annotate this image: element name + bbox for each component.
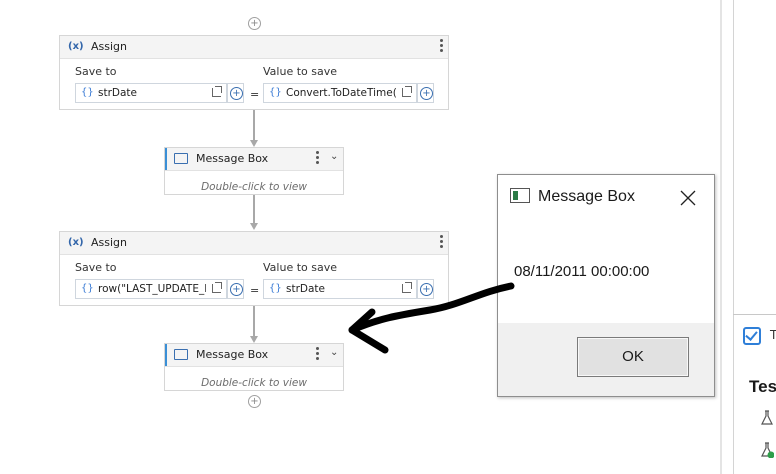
value-to-save-label: Value to save [263, 65, 337, 78]
save-to-value: row("LAST_UPDATE_D/ [98, 283, 206, 295]
message-box-2-header[interactable]: Message Box ⌄ [165, 344, 343, 367]
message-icon [174, 349, 188, 360]
dialog-message: 08/11/2011 00:00:00 [514, 263, 650, 280]
value-plus-button[interactable]: + [417, 279, 434, 299]
connector-arrow [250, 223, 258, 230]
flask-check-icon [761, 442, 774, 458]
save-to-field[interactable]: {} row("LAST_UPDATE_D/ [75, 279, 227, 299]
checkbox-icon[interactable] [743, 327, 761, 345]
value-to-save-value: strDate [286, 283, 326, 295]
panel-tab-label[interactable]: T [770, 328, 776, 342]
value-plus-button[interactable]: + [417, 83, 434, 103]
message-box-1-title: Message Box [196, 152, 269, 165]
message-box-activity-2[interactable]: Message Box ⌄ Double-click to view [164, 343, 344, 391]
connector-arrow [250, 140, 258, 147]
assign-activity-1-header[interactable]: (x) Assign [60, 36, 448, 59]
more-options-icon[interactable] [439, 235, 443, 250]
panel-divider[interactable] [720, 0, 722, 474]
equals-sign: = [250, 284, 260, 297]
message-box-dialog[interactable]: Message Box 08/11/2011 00:00:00 OK [497, 174, 715, 397]
save-to-label: Save to [75, 65, 117, 78]
more-options-icon[interactable] [315, 347, 319, 362]
add-activity-top-icon[interactable]: + [248, 17, 261, 30]
more-options-icon[interactable] [315, 151, 319, 166]
message-icon [174, 153, 188, 164]
connector-line [253, 195, 255, 223]
double-click-hint: Double-click to view [201, 377, 307, 389]
connector-arrow [250, 336, 258, 343]
collapse-chevron-icon[interactable]: ⌄ [330, 151, 338, 162]
save-to-plus-button[interactable]: + [227, 83, 244, 103]
plus-icon: + [420, 87, 433, 100]
value-to-save-label: Value to save [263, 261, 337, 274]
panel-heading: Tes [749, 377, 776, 396]
collapse-chevron-icon[interactable]: ⌄ [330, 347, 338, 358]
save-to-plus-button[interactable]: + [227, 279, 244, 299]
dialog-title: Message Box [538, 188, 635, 205]
assign-activity-2[interactable]: (x) Assign Save to Value to save {} row(… [59, 231, 449, 306]
save-to-field[interactable]: {} strDate [75, 83, 227, 103]
assign-icon: (x) [68, 237, 84, 248]
message-box-1-header[interactable]: Message Box ⌄ [165, 148, 343, 171]
value-to-save-field[interactable]: {} Convert.ToDateTime(ro [263, 83, 417, 103]
right-side-panel [733, 0, 776, 474]
expression-icon: {} [81, 87, 94, 98]
plus-icon: + [420, 283, 433, 296]
assign-activity-1-title: Assign [91, 40, 127, 53]
assign-activity-2-header[interactable]: (x) Assign [60, 232, 448, 255]
window-app-icon [510, 188, 530, 203]
ok-button[interactable]: OK [577, 337, 689, 377]
message-box-2-title: Message Box [196, 348, 269, 361]
assign-activity-2-title: Assign [91, 236, 127, 249]
expand-editor-icon[interactable] [402, 282, 412, 293]
expression-icon: {} [269, 87, 282, 98]
expression-icon: {} [269, 283, 282, 294]
panel-separator [733, 314, 776, 315]
assign-icon: (x) [68, 41, 84, 52]
value-to-save-field[interactable]: {} strDate [263, 279, 417, 299]
add-activity-bottom-icon[interactable]: + [248, 395, 261, 408]
plus-icon: + [230, 87, 243, 100]
more-options-icon[interactable] [439, 39, 443, 54]
save-to-value: strDate [98, 87, 138, 99]
double-click-hint: Double-click to view [201, 181, 307, 193]
selection-accent [165, 344, 167, 366]
value-to-save-value: Convert.ToDateTime(ro [286, 87, 396, 99]
plus-icon: + [230, 283, 243, 296]
expand-editor-icon[interactable] [212, 86, 222, 97]
close-icon[interactable] [678, 188, 698, 208]
selection-accent [165, 148, 167, 170]
connector-line [253, 110, 255, 140]
expression-icon: {} [81, 283, 94, 294]
message-box-activity-1[interactable]: Message Box ⌄ Double-click to view [164, 147, 344, 195]
assign-activity-1[interactable]: (x) Assign Save to Value to save {} strD… [59, 35, 449, 110]
save-to-label: Save to [75, 261, 117, 274]
equals-sign: = [250, 88, 260, 101]
flask-icon [761, 410, 773, 425]
connector-line [253, 306, 255, 336]
expand-editor-icon[interactable] [402, 86, 412, 97]
expand-editor-icon[interactable] [212, 282, 222, 293]
